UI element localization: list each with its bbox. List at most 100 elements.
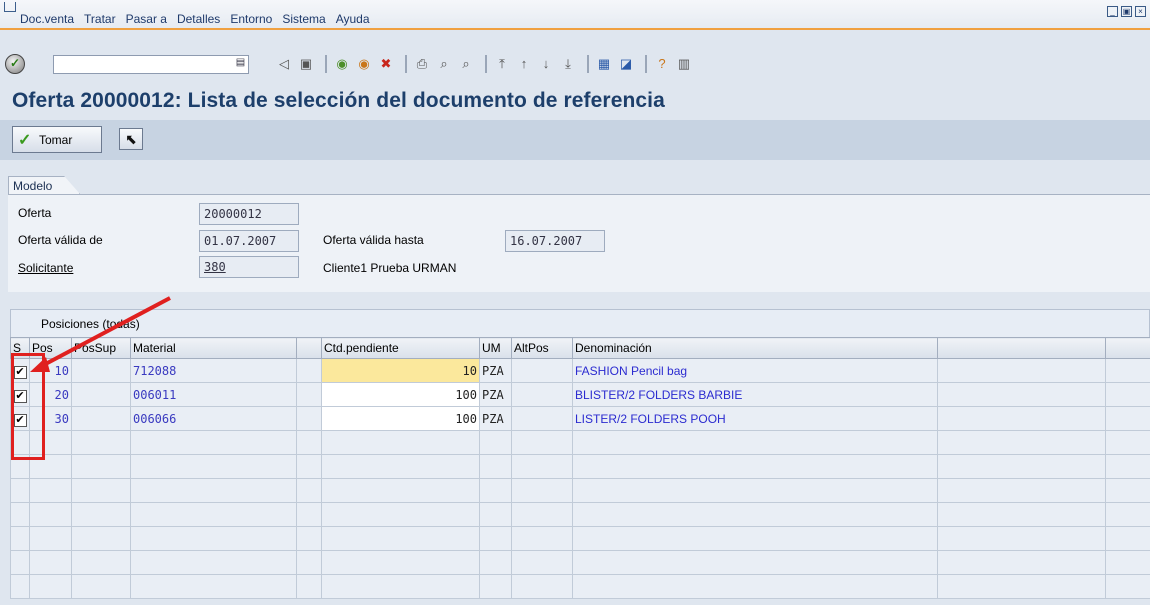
menu-sistema[interactable]: Sistema <box>282 12 325 26</box>
qty-input[interactable]: 100 <box>321 382 480 407</box>
page-title: Oferta 20000012: Lista de selección del … <box>12 89 665 112</box>
positions-table: S Pos PosSup Material Ctd.pendiente UM A… <box>10 337 1150 599</box>
qty-input[interactable]: 100 <box>321 406 480 431</box>
enter-button[interactable] <box>5 54 25 74</box>
valida-de-label: Oferta válida de <box>18 233 103 247</box>
possup-cell <box>71 382 131 407</box>
save-icon[interactable]: ▣ <box>297 55 315 73</box>
solicitante-field: 380 <box>199 256 299 278</box>
col-header-um[interactable]: UM <box>479 337 512 359</box>
solicitante-name: Cliente1 Prueba URMAN <box>323 261 457 275</box>
col-header-ctd-pendiente[interactable]: Ctd.pendiente <box>321 337 480 359</box>
valida-de-field: 01.07.2007 <box>199 230 299 252</box>
toolbar-separator <box>645 55 647 73</box>
find-icon[interactable]: ⌕ <box>435 55 453 73</box>
solicitante-label[interactable]: Solicitante <box>18 261 73 275</box>
empty-row <box>10 526 1150 551</box>
command-field[interactable]: ▤ <box>53 55 249 74</box>
new-session-icon[interactable]: ▦ <box>595 55 613 73</box>
table-caption: Posiciones (todas) <box>10 309 1150 337</box>
material-cell: 712088 <box>130 358 297 383</box>
last-page-icon[interactable]: ⤓ <box>559 55 577 73</box>
um-cell: PZA <box>479 358 512 383</box>
table-row: ✔ 10 712088 10 PZA FASHION Pencil bag <box>10 358 1150 383</box>
cancel-icon[interactable]: ✖ <box>377 55 395 73</box>
empty-row <box>10 430 1150 455</box>
window-controls: _ ▣ × <box>1107 6 1146 17</box>
oferta-label: Oferta <box>18 206 52 220</box>
menu-pasar-a[interactable]: Pasar a <box>126 12 167 26</box>
first-page-icon[interactable]: ⤒ <box>493 55 511 73</box>
command-dropdown-icon[interactable]: ▤ <box>235 57 246 71</box>
denominacion-cell: BLISTER/2 FOLDERS BARBIE <box>572 382 938 407</box>
altpos-cell <box>511 406 573 431</box>
table-row: ✔ 20 006011 100 PZA BLISTER/2 FOLDERS BA… <box>10 382 1150 407</box>
col-header-denominacion[interactable]: Denominación <box>572 337 938 359</box>
um-cell: PZA <box>479 382 512 407</box>
blank-cell <box>296 406 322 431</box>
blank-cell <box>1105 382 1150 407</box>
toolbar-separator <box>587 55 589 73</box>
possup-cell <box>71 358 131 383</box>
blank-cell <box>937 382 1106 407</box>
toolbar-separator <box>325 55 327 73</box>
minimize-icon[interactable]: _ <box>1107 6 1118 17</box>
tomar-button[interactable]: ✓ Tomar <box>12 126 102 153</box>
col-header-material[interactable]: Material <box>130 337 297 359</box>
select-cursor-icon[interactable]: ⬉ <box>119 128 143 150</box>
main-menu: Doc.venta Tratar Pasar a Detalles Entorn… <box>20 12 380 26</box>
denominacion-cell: FASHION Pencil bag <box>572 358 938 383</box>
table-row: ✔ 30 006066 100 PZA LISTER/2 FOLDERS POO… <box>10 406 1150 431</box>
back-arrow-icon[interactable]: ◁ <box>275 55 293 73</box>
previous-page-icon[interactable]: ↑ <box>515 55 533 73</box>
valida-hasta-label: Oferta válida hasta <box>323 233 424 247</box>
material-cell: 006066 <box>130 406 297 431</box>
blank-cell <box>937 358 1106 383</box>
empty-row <box>10 454 1150 479</box>
layout-menu-icon[interactable]: ▥ <box>675 55 693 73</box>
close-icon[interactable]: × <box>1135 6 1146 17</box>
menu-ayuda[interactable]: Ayuda <box>336 12 370 26</box>
find-next-icon[interactable]: ⌕ <box>457 55 475 73</box>
system-menu-icon[interactable] <box>4 2 16 12</box>
menu-docventa[interactable]: Doc.venta <box>20 12 74 26</box>
menu-detalles[interactable]: Detalles <box>177 12 220 26</box>
empty-row <box>10 574 1150 599</box>
shortcut-icon[interactable]: ◪ <box>617 55 635 73</box>
blank-cell <box>1105 358 1150 383</box>
menu-bar: Doc.venta Tratar Pasar a Detalles Entorn… <box>0 0 1150 30</box>
exit-icon[interactable]: ◉ <box>355 55 373 73</box>
menu-entorno[interactable]: Entorno <box>230 12 272 26</box>
print-icon[interactable]: ⎙ <box>413 55 431 73</box>
blank-cell <box>937 406 1106 431</box>
standard-toolbar: ◁ ▣ ◉ ◉ ✖ ⎙ ⌕ ⌕ ⤒ ↑ ↓ ⤓ ▦ ◪ ? ▥ <box>275 55 697 73</box>
col-header-blank <box>937 337 1106 359</box>
altpos-cell <box>511 382 573 407</box>
blank-cell <box>296 382 322 407</box>
toolbar-separator <box>405 55 407 73</box>
valida-hasta-field: 16.07.2007 <box>505 230 605 252</box>
annotation-highlight-box <box>11 353 45 460</box>
blank-cell <box>296 358 322 383</box>
empty-row <box>10 478 1150 503</box>
material-cell: 006011 <box>130 382 297 407</box>
col-header-possup[interactable]: PosSup <box>71 337 131 359</box>
help-icon[interactable]: ? <box>653 55 671 73</box>
blank-cell <box>1105 406 1150 431</box>
maximize-icon[interactable]: ▣ <box>1121 6 1132 17</box>
qty-input[interactable]: 10 <box>321 358 480 383</box>
col-header-blank <box>1105 337 1150 359</box>
toolbar-separator <box>485 55 487 73</box>
um-cell: PZA <box>479 406 512 431</box>
possup-cell <box>71 406 131 431</box>
application-toolbar <box>0 120 1150 160</box>
empty-row <box>10 550 1150 575</box>
menu-tratar[interactable]: Tratar <box>84 12 116 26</box>
checkmark-icon: ✓ <box>18 132 32 149</box>
col-header-blank <box>296 337 322 359</box>
table-header-row: S Pos PosSup Material Ctd.pendiente UM A… <box>10 337 1150 359</box>
tomar-label: Tomar <box>39 133 73 147</box>
next-page-icon[interactable]: ↓ <box>537 55 555 73</box>
back-icon[interactable]: ◉ <box>333 55 351 73</box>
col-header-altpos[interactable]: AltPos <box>511 337 573 359</box>
